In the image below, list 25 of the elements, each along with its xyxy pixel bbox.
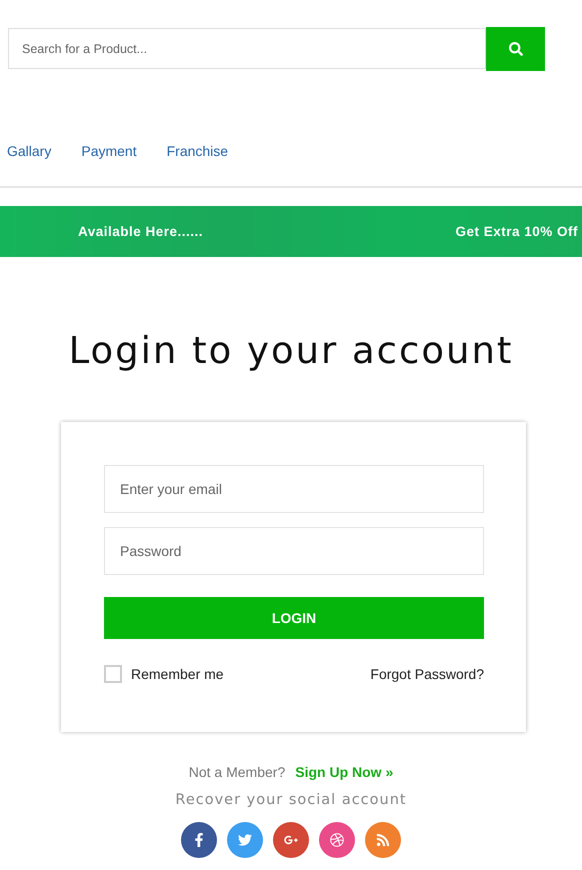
social-button[interactable]	[319, 822, 355, 858]
password-field[interactable]: Password	[104, 527, 484, 575]
remember-checkbox[interactable]	[104, 665, 122, 683]
sign-up-link[interactable]: Sign Up Now »	[295, 764, 394, 780]
social-button[interactable]	[227, 822, 263, 858]
dribbble-icon	[330, 833, 344, 847]
social-heading: Recover your social account	[174, 792, 408, 808]
googleplus-icon	[284, 833, 298, 847]
nav-link[interactable]: Franchise	[166, 143, 228, 160]
banner-text: Available Here......	[78, 224, 204, 239]
banner-text: Get Extra 10% Off	[455, 224, 578, 239]
remember-label: Remember me	[131, 666, 224, 682]
search-button[interactable]	[486, 27, 545, 71]
member-prompt: Not a Member?	[188, 764, 286, 780]
email-field[interactable]: Enter your email	[104, 465, 484, 513]
forgot-password-link[interactable]: Forgot Password?	[370, 666, 484, 682]
social-button[interactable]	[181, 822, 217, 858]
nav-link[interactable]: Gallary	[7, 143, 52, 160]
search-icon	[508, 42, 522, 56]
social-button[interactable]	[273, 822, 309, 858]
page-title: Login to your account	[68, 329, 514, 372]
search-field[interactable]: Search for a Product...	[8, 28, 486, 69]
rss-icon	[376, 833, 390, 847]
twitter-icon	[238, 833, 252, 847]
nav-link[interactable]: Payment	[81, 143, 137, 160]
